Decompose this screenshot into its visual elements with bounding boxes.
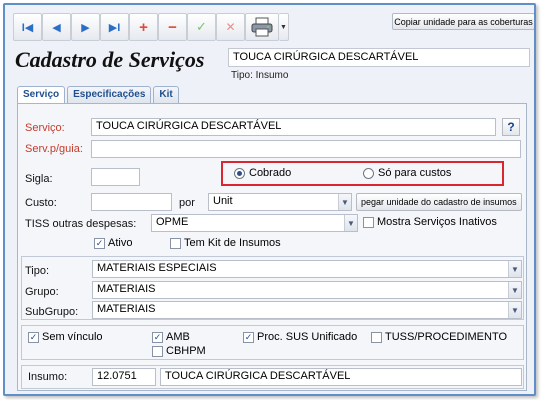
next-record-button[interactable]: ▶ <box>71 13 100 41</box>
toolbar: I◀ ◀ ▶ ▶I + − ✓ ✕ ▼ <box>13 13 289 43</box>
subgrupo-label: SubGrupo: <box>25 306 79 318</box>
checkbox-unchecked-icon <box>363 216 374 228</box>
radio-so-para-custos[interactable]: Só para custos <box>363 167 451 179</box>
chevron-down-icon: ▼ <box>344 215 357 231</box>
tab-servico[interactable]: Serviço <box>17 86 66 104</box>
checkbox-unchecked-icon <box>170 237 181 249</box>
coding-tables-group: ✓ Sem vínculo ✓ AMB CBHPM ✓ Proc. SUS Un… <box>21 325 524 360</box>
print-options-dropdown[interactable]: ▼ <box>279 13 289 41</box>
tipo-label: Tipo: <box>25 265 50 277</box>
tab-especificacoes[interactable]: Especificações <box>67 86 152 103</box>
tiss-label: TISS outras despesas: <box>25 218 137 230</box>
checkbox-checked-icon: ✓ <box>243 331 254 343</box>
chevron-down-icon: ▼ <box>508 282 521 298</box>
sem-vinculo-checkbox[interactable]: ✓ Sem vínculo <box>28 331 103 343</box>
last-record-button[interactable]: ▶I <box>100 13 129 41</box>
printer-icon <box>251 17 273 37</box>
insumo-name-field[interactable]: TOUCA CIRÚRGICA DESCARTÁVEL <box>160 368 522 386</box>
radio-selected-icon <box>234 167 245 179</box>
checkbox-checked-icon: ✓ <box>152 331 163 343</box>
chevron-down-icon: ▼ <box>338 194 351 210</box>
por-label: por <box>179 197 195 209</box>
cbhpm-checkbox[interactable]: CBHPM <box>152 345 206 357</box>
radio-custos-label: Só para custos <box>378 167 452 179</box>
header-service-name: TOUCA CIRÚRGICA DESCARTÁVEL <box>228 48 530 67</box>
subgrupo-select[interactable]: MATERIAIS ▼ <box>92 301 522 319</box>
kit-insumos-label: Tem Kit de Insumos <box>184 237 281 249</box>
previous-record-button[interactable]: ◀ <box>42 13 71 41</box>
checkbox-unchecked-icon <box>152 345 163 357</box>
unit-select-value: Unit <box>213 195 233 207</box>
serv-guia-input[interactable] <box>91 140 521 158</box>
radio-cobrado[interactable]: Cobrado <box>234 167 291 179</box>
unit-select[interactable]: Unit ▼ <box>208 193 352 211</box>
classification-group: Tipo: MATERIAIS ESPECIAIS ▼ Grupo: MATER… <box>21 256 524 320</box>
serv-guia-label: Serv.p/guia: <box>25 143 83 155</box>
subgrupo-select-value: MATERIAIS <box>97 303 156 315</box>
service-window: I◀ ◀ ▶ ▶I + − ✓ ✕ ▼ Copiar unidade para … <box>3 3 536 396</box>
confirm-button[interactable]: ✓ <box>187 13 216 41</box>
checkbox-unchecked-icon <box>371 331 382 343</box>
grupo-select-value: MATERIAIS <box>97 283 156 295</box>
print-button[interactable] <box>245 13 279 41</box>
page-title: Cadastro de Serviços <box>15 47 205 72</box>
grupo-select[interactable]: MATERIAIS ▼ <box>92 281 522 299</box>
tuss-checkbox[interactable]: TUSS/PROCEDIMENTO <box>371 331 507 343</box>
custo-label: Custo: <box>25 197 57 209</box>
first-record-button[interactable]: I◀ <box>13 13 42 41</box>
tipo-select-value: MATERIAIS ESPECIAIS <box>97 262 217 274</box>
service-tab-panel: Serviço: TOUCA CIRÚRGICA DESCARTÁVEL ? S… <box>17 103 527 391</box>
amb-checkbox[interactable]: ✓ AMB <box>152 331 190 343</box>
insumo-code-field[interactable]: 12.0751 <box>92 368 156 386</box>
grupo-label: Grupo: <box>25 286 59 298</box>
checkbox-checked-icon: ✓ <box>94 237 105 249</box>
amb-label: AMB <box>166 331 190 343</box>
delete-record-button[interactable]: − <box>158 13 187 41</box>
tiss-select[interactable]: OPME ▼ <box>151 214 358 232</box>
ativo-label: Ativo <box>108 237 133 249</box>
sigla-input[interactable] <box>91 168 140 186</box>
mostra-inativos-label: Mostra Serviços Inativos <box>377 216 497 228</box>
header-type-label: Tipo: Insumo <box>231 70 289 81</box>
mostra-inativos-checkbox[interactable]: Mostra Serviços Inativos <box>363 216 497 228</box>
cancel-button[interactable]: ✕ <box>216 13 245 41</box>
sem-vinculo-label: Sem vínculo <box>42 331 103 343</box>
get-unit-from-insumos-button[interactable]: pegar unidade do cadastro de insumos <box>356 193 522 211</box>
custo-input[interactable] <box>91 193 172 211</box>
insumo-label: Insumo: <box>28 371 68 383</box>
proc-sus-label: Proc. SUS Unificado <box>257 331 358 343</box>
sigla-label: Sigla: <box>25 173 53 185</box>
help-button[interactable]: ? <box>502 118 520 136</box>
tipo-select[interactable]: MATERIAIS ESPECIAIS ▼ <box>92 260 522 278</box>
servico-input[interactable]: TOUCA CIRÚRGICA DESCARTÁVEL <box>91 118 496 136</box>
radio-unselected-icon <box>363 167 374 179</box>
billing-mode-highlight: Cobrado Só para custos <box>221 161 504 186</box>
tab-kit[interactable]: Kit <box>153 86 179 103</box>
radio-cobrado-label: Cobrado <box>249 167 292 179</box>
tab-bar: Serviço Especificações Kit <box>17 86 181 104</box>
chevron-down-icon: ▼ <box>508 302 521 318</box>
checkbox-checked-icon: ✓ <box>28 331 39 343</box>
add-record-button[interactable]: + <box>129 13 158 41</box>
cbhpm-label: CBHPM <box>166 345 206 357</box>
chevron-down-icon: ▼ <box>508 261 521 277</box>
proc-sus-checkbox[interactable]: ✓ Proc. SUS Unificado <box>243 331 357 343</box>
servico-label: Serviço: <box>25 122 65 134</box>
kit-insumos-checkbox[interactable]: Tem Kit de Insumos <box>170 237 281 249</box>
copy-unit-to-coverage-button[interactable]: Copiar unidade para as coberturas <box>392 13 534 30</box>
tuss-label: TUSS/PROCEDIMENTO <box>385 331 508 343</box>
insumo-group: Insumo: 12.0751 TOUCA CIRÚRGICA DESCARTÁ… <box>21 365 524 389</box>
ativo-checkbox[interactable]: ✓ Ativo <box>94 237 132 249</box>
tiss-select-value: OPME <box>156 216 189 228</box>
